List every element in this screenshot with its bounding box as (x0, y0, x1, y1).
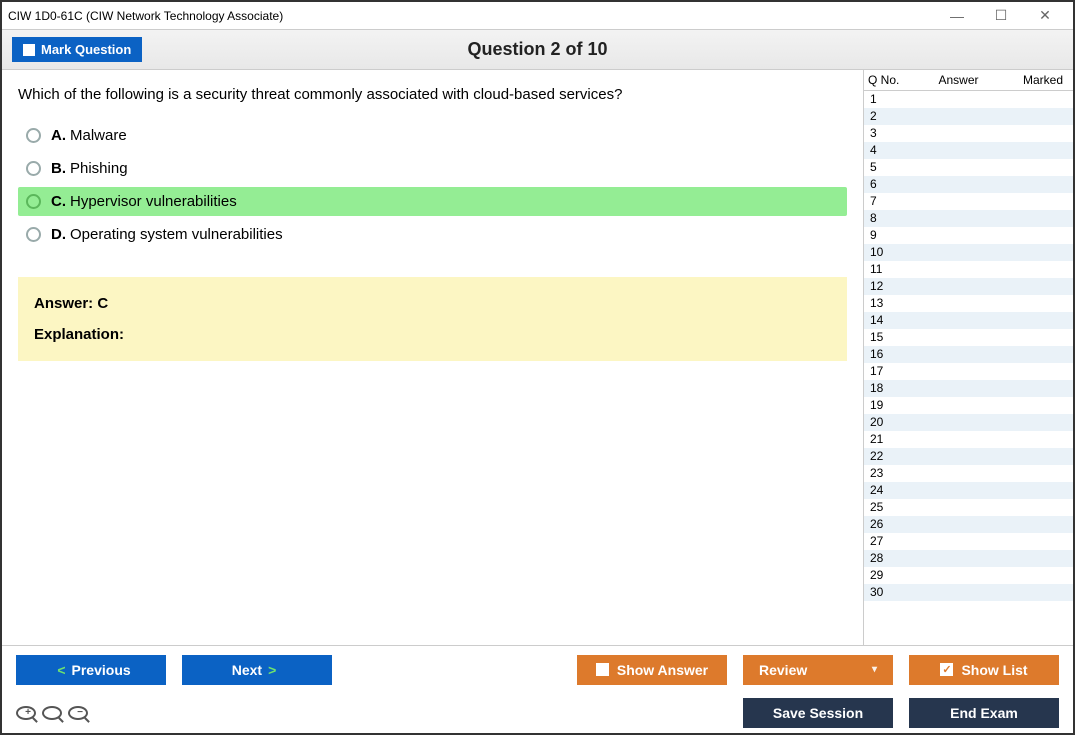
choice-text: Hypervisor vulnerabilities (70, 193, 237, 210)
previous-button[interactable]: < Previous (16, 655, 166, 685)
question-list-panel: Q No. Answer Marked 12345678910111213141… (863, 70, 1073, 645)
question-list-row[interactable]: 8 (864, 210, 1073, 227)
question-list-row[interactable]: 19 (864, 397, 1073, 414)
answer-label: Answer: C (34, 295, 831, 312)
question-list-row[interactable]: 29 (864, 567, 1073, 584)
choice-D[interactable]: D. Operating system vulnerabilities (18, 220, 847, 249)
choices-list: A. MalwareB. PhishingC. Hypervisor vulne… (18, 121, 847, 249)
save-session-button[interactable]: Save Session (743, 698, 893, 728)
footer-secondary: + − Save Session End Exam (2, 693, 1073, 733)
titlebar: CIW 1D0-61C (CIW Network Technology Asso… (2, 2, 1073, 30)
header-marked: Marked (1009, 73, 1069, 87)
question-list-row[interactable]: 17 (864, 363, 1073, 380)
choice-letter: A. (51, 127, 66, 144)
next-button[interactable]: Next > (182, 655, 332, 685)
end-exam-button[interactable]: End Exam (909, 698, 1059, 728)
answer-box: Answer: C Explanation: (18, 277, 847, 361)
choice-B[interactable]: B. Phishing (18, 154, 847, 183)
question-list-row[interactable]: 20 (864, 414, 1073, 431)
radio-icon (26, 227, 41, 242)
radio-icon (26, 161, 41, 176)
checkbox-icon (596, 663, 609, 676)
zoom-out-button[interactable]: − (68, 706, 88, 720)
review-dropdown[interactable]: Review ▾ (743, 655, 893, 685)
choice-text: Operating system vulnerabilities (70, 226, 283, 243)
close-button[interactable]: ✕ (1023, 7, 1067, 24)
question-list-row[interactable]: 2 (864, 108, 1073, 125)
choice-letter: B. (51, 160, 66, 177)
question-text: Which of the following is a security thr… (18, 86, 847, 103)
question-list-row[interactable]: 6 (864, 176, 1073, 193)
choice-A[interactable]: A. Malware (18, 121, 847, 150)
zoom-reset-button[interactable] (42, 706, 62, 720)
question-list-row[interactable]: 25 (864, 499, 1073, 516)
save-session-label: Save Session (773, 705, 863, 721)
show-list-button[interactable]: ✓ Show List (909, 655, 1059, 685)
choice-text: Phishing (70, 160, 128, 177)
question-list-row[interactable]: 18 (864, 380, 1073, 397)
question-panel: Which of the following is a security thr… (2, 70, 863, 645)
question-list-row[interactable]: 4 (864, 142, 1073, 159)
review-label: Review (759, 662, 807, 678)
minimize-button[interactable]: — (935, 8, 979, 24)
question-list-row[interactable]: 1 (864, 91, 1073, 108)
question-list-row[interactable]: 26 (864, 516, 1073, 533)
chevron-right-icon: > (268, 662, 276, 678)
show-answer-label: Show Answer (617, 662, 708, 678)
question-list[interactable]: 1234567891011121314151617181920212223242… (864, 91, 1073, 645)
show-list-label: Show List (961, 662, 1027, 678)
window-title: CIW 1D0-61C (CIW Network Technology Asso… (8, 9, 935, 23)
header-bar: Mark Question Question 2 of 10 (2, 30, 1073, 70)
question-list-header: Q No. Answer Marked (864, 70, 1073, 91)
question-list-row[interactable]: 22 (864, 448, 1073, 465)
choice-C[interactable]: C. Hypervisor vulnerabilities (18, 187, 847, 216)
maximize-button[interactable]: ☐ (979, 7, 1023, 24)
chevron-left-icon: < (57, 662, 65, 678)
question-list-row[interactable]: 7 (864, 193, 1073, 210)
header-answer: Answer (908, 73, 1009, 87)
checkbox-checked-icon: ✓ (940, 663, 953, 676)
question-list-row[interactable]: 27 (864, 533, 1073, 550)
show-answer-button[interactable]: Show Answer (577, 655, 727, 685)
header-qno: Q No. (868, 73, 908, 87)
mark-question-label: Mark Question (41, 42, 131, 57)
end-exam-label: End Exam (950, 705, 1018, 721)
choice-text: Malware (70, 127, 127, 144)
mark-question-button[interactable]: Mark Question (12, 37, 142, 62)
choice-letter: D. (51, 226, 66, 243)
question-list-row[interactable]: 16 (864, 346, 1073, 363)
question-list-row[interactable]: 9 (864, 227, 1073, 244)
question-list-row[interactable]: 21 (864, 431, 1073, 448)
question-list-row[interactable]: 12 (864, 278, 1073, 295)
choice-letter: C. (51, 193, 66, 210)
radio-icon (26, 194, 41, 209)
question-list-row[interactable]: 3 (864, 125, 1073, 142)
question-list-row[interactable]: 11 (864, 261, 1073, 278)
question-list-row[interactable]: 28 (864, 550, 1073, 567)
zoom-in-button[interactable]: + (16, 706, 36, 720)
next-label: Next (232, 662, 262, 678)
zoom-controls: + − (16, 706, 88, 720)
question-list-row[interactable]: 23 (864, 465, 1073, 482)
question-header: Question 2 of 10 (2, 39, 1073, 60)
explanation-label: Explanation: (34, 326, 831, 343)
checkbox-icon (23, 44, 35, 56)
main-area: Which of the following is a security thr… (2, 70, 1073, 645)
question-list-row[interactable]: 10 (864, 244, 1073, 261)
question-list-row[interactable]: 24 (864, 482, 1073, 499)
question-list-row[interactable]: 5 (864, 159, 1073, 176)
question-list-row[interactable]: 30 (864, 584, 1073, 601)
previous-label: Previous (72, 662, 131, 678)
footer-primary: < Previous Next > Show Answer Review ▾ ✓… (2, 645, 1073, 693)
question-list-row[interactable]: 15 (864, 329, 1073, 346)
question-list-row[interactable]: 13 (864, 295, 1073, 312)
radio-icon (26, 128, 41, 143)
chevron-down-icon: ▾ (872, 664, 877, 675)
question-list-row[interactable]: 14 (864, 312, 1073, 329)
